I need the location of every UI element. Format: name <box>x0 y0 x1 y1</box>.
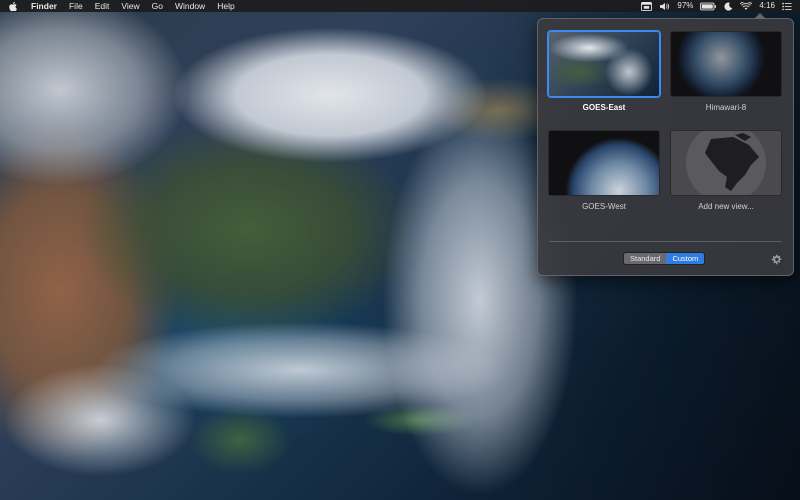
menu-clock[interactable]: 4:16 <box>759 0 775 12</box>
add-view-thumbnail[interactable] <box>670 130 782 196</box>
north-america-map-icon <box>686 131 766 195</box>
volume-icon[interactable] <box>659 2 670 11</box>
tile-add-new-view[interactable]: Add new view... <box>670 130 782 211</box>
menu-help[interactable]: Help <box>211 0 240 12</box>
wifi-icon[interactable] <box>740 1 753 11</box>
apple-logo-icon[interactable] <box>9 1 23 11</box>
control-list-icon[interactable] <box>782 2 792 11</box>
menu-bar: Finder File Edit View Go Window Help 97%… <box>0 0 800 12</box>
menu-edit[interactable]: Edit <box>89 0 116 12</box>
battery-percent[interactable]: 97% <box>677 0 693 12</box>
himawari-8-thumbnail[interactable] <box>670 31 782 97</box>
tile-label: GOES-West <box>582 202 626 211</box>
satellite-view-popover: GOES-East Himawari-8 GOES-West Add new v… <box>537 13 794 276</box>
goes-west-thumbnail[interactable] <box>548 130 660 196</box>
calendar-badge-icon[interactable] <box>641 1 653 11</box>
tile-label: Himawari-8 <box>705 103 747 112</box>
menu-view[interactable]: View <box>115 0 145 12</box>
mode-segmented-control: Standard Custom <box>623 252 706 265</box>
gear-icon[interactable] <box>771 252 782 265</box>
tile-goes-east[interactable]: GOES-East <box>548 31 660 112</box>
tile-goes-west[interactable]: GOES-West <box>548 130 660 211</box>
segment-standard[interactable]: Standard <box>624 253 667 264</box>
menu-window[interactable]: Window <box>169 0 211 12</box>
tile-label: Add new view... <box>698 202 754 211</box>
menu-go[interactable]: Go <box>146 0 169 12</box>
battery-icon[interactable] <box>700 2 717 11</box>
goes-east-thumbnail[interactable] <box>548 31 660 97</box>
segment-custom[interactable]: Custom <box>666 253 705 264</box>
popover-arrow <box>754 13 766 19</box>
tile-himawari-8[interactable]: Himawari-8 <box>670 31 782 112</box>
status-area: 97% 4:16 <box>641 0 792 12</box>
panel-divider <box>549 241 782 242</box>
menu-app-finder[interactable]: Finder <box>23 0 63 12</box>
tile-label: GOES-East <box>582 103 626 112</box>
menu-file[interactable]: File <box>63 0 89 12</box>
dnd-moon-icon[interactable] <box>724 1 733 11</box>
